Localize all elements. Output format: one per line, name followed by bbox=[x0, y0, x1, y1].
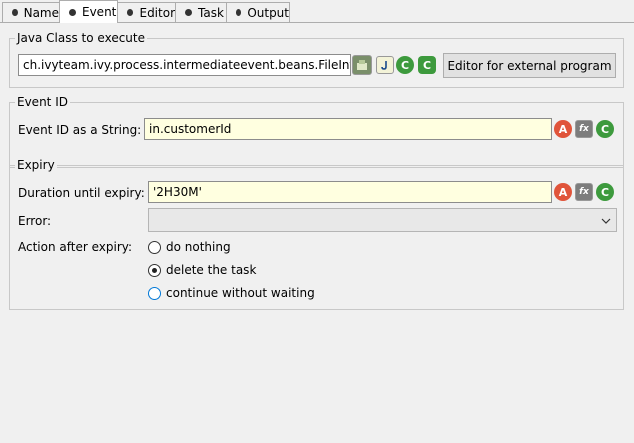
tab-dot-icon bbox=[69, 8, 76, 16]
function-browser-icon[interactable]: fx bbox=[575, 183, 593, 201]
duration-label: Duration until expiry: bbox=[18, 186, 145, 200]
content-browser-icon[interactable]: C bbox=[596, 120, 614, 138]
tab-task[interactable]: Task bbox=[175, 2, 227, 22]
tab-label: Editor bbox=[139, 5, 175, 20]
radio-delete-task[interactable] bbox=[148, 264, 161, 277]
function-browser-icon[interactable]: fx bbox=[575, 120, 593, 138]
tab-label: Task bbox=[198, 5, 224, 20]
java-class-group: Java Class to execute ch.ivyteam.ivy.pro… bbox=[9, 30, 624, 88]
event-tab-panel: Java Class to execute ch.ivyteam.ivy.pro… bbox=[0, 22, 634, 443]
action-after-expiry-label: Action after expiry: bbox=[18, 240, 133, 254]
editor-external-program-button[interactable]: Editor for external program bbox=[443, 53, 616, 78]
radio-continue-without-waiting-label[interactable]: continue without waiting bbox=[166, 285, 315, 301]
java-icon[interactable] bbox=[376, 56, 394, 74]
tab-label: Name bbox=[23, 5, 59, 20]
new-class-icon[interactable]: C bbox=[396, 56, 414, 74]
tab-event[interactable]: Event bbox=[59, 0, 118, 23]
tab-editor[interactable]: Editor bbox=[117, 2, 176, 22]
tab-label: Output bbox=[247, 5, 289, 20]
tab-dot-icon bbox=[127, 9, 134, 16]
new-class-wizard-icon[interactable]: C bbox=[418, 56, 436, 74]
radio-continue-without-waiting[interactable] bbox=[148, 287, 161, 300]
event-id-group: Event ID Event ID as a String: in.custom… bbox=[9, 94, 624, 168]
duration-input[interactable]: '2H30M' bbox=[148, 181, 552, 203]
java-class-input[interactable]: ch.ivyteam.ivy.process.intermediateevent… bbox=[18, 54, 351, 76]
attribute-browser-icon[interactable]: A bbox=[554, 120, 572, 138]
event-id-input[interactable]: in.customerId bbox=[144, 118, 552, 140]
tab-dot-icon bbox=[185, 9, 192, 16]
tab-label: Event bbox=[82, 5, 117, 19]
radio-do-nothing[interactable] bbox=[148, 241, 161, 254]
tab-dot-icon bbox=[12, 9, 18, 16]
chevron-down-icon bbox=[601, 218, 611, 224]
event-id-label: Event ID as a String: bbox=[18, 123, 142, 137]
expiry-group-title: Expiry bbox=[15, 157, 57, 173]
event-id-group-title: Event ID bbox=[15, 94, 70, 110]
radio-delete-task-label[interactable]: delete the task bbox=[166, 262, 256, 278]
tab-output[interactable]: Output bbox=[226, 2, 290, 22]
content-browser-icon[interactable]: C bbox=[596, 183, 614, 201]
open-class-icon[interactable] bbox=[352, 55, 372, 75]
tab-bar: Name Event Editor Task Output bbox=[0, 0, 634, 23]
error-select[interactable] bbox=[148, 208, 617, 232]
tab-dot-icon bbox=[236, 9, 242, 16]
radio-do-nothing-label[interactable]: do nothing bbox=[166, 239, 231, 255]
expiry-group: Expiry Duration until expiry: '2H30M' A … bbox=[9, 157, 624, 310]
attribute-browser-icon[interactable]: A bbox=[554, 183, 572, 201]
java-class-group-title: Java Class to execute bbox=[15, 30, 147, 46]
error-label: Error: bbox=[18, 214, 52, 228]
tab-name[interactable]: Name bbox=[2, 2, 60, 22]
